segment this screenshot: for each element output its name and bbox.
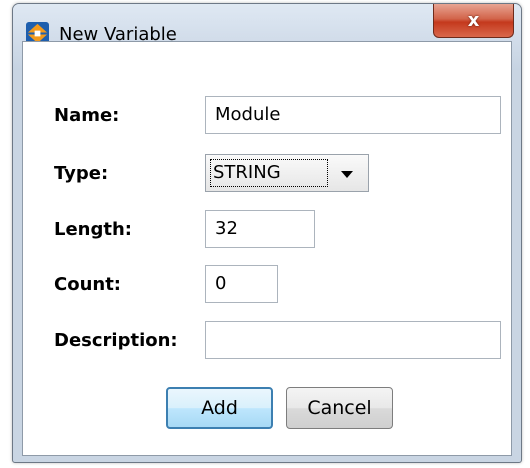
type-dropdown-value: STRING (210, 159, 328, 187)
cancel-button[interactable]: Cancel (286, 387, 393, 429)
add-button[interactable]: Add (166, 387, 273, 429)
dialog-content: Name: Module Type: STRING Length: 32 Cou… (22, 41, 512, 456)
count-field[interactable]: 0 (205, 265, 278, 303)
description-field[interactable] (205, 321, 501, 359)
type-dropdown[interactable]: STRING (205, 154, 369, 192)
description-label: Description: (54, 330, 178, 351)
length-label: Length: (54, 219, 132, 240)
type-label: Type: (54, 163, 109, 184)
close-button[interactable]: x (433, 4, 514, 38)
name-label: Name: (54, 105, 120, 126)
length-field[interactable]: 32 (205, 210, 315, 248)
close-icon: x (467, 10, 480, 31)
dialog-window: New Variable x Name: Module Type: STRING… (12, 3, 522, 463)
count-label: Count: (54, 274, 122, 295)
name-field[interactable]: Module (205, 96, 501, 134)
chevron-down-icon (341, 171, 353, 178)
